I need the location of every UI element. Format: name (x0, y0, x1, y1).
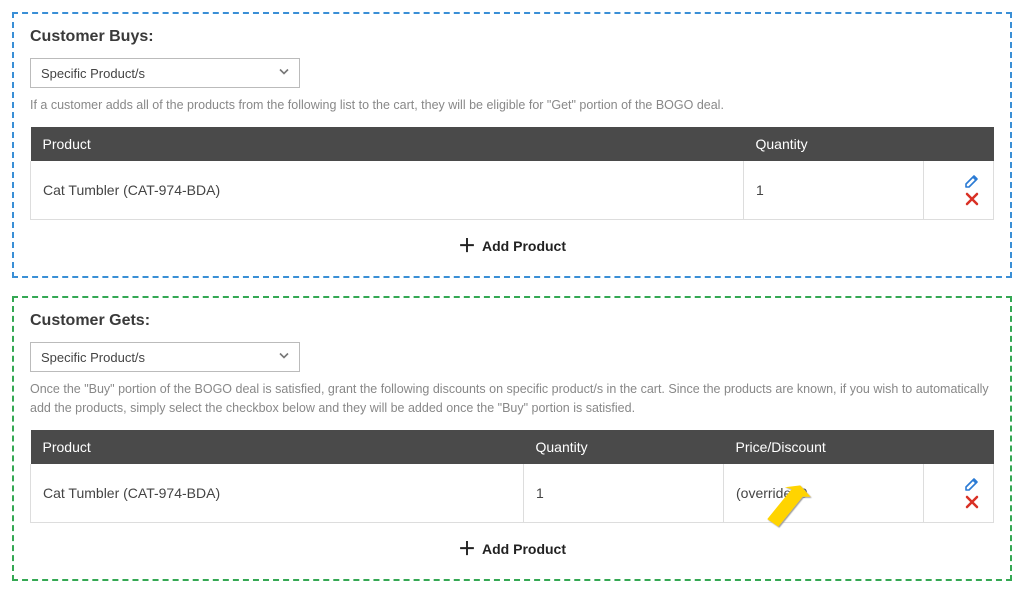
gets-product-table: Product Quantity Price/Discount Cat Tumb… (30, 430, 994, 524)
buys-type-select[interactable]: Specific Product/s (30, 58, 300, 88)
panel-title: Customer Gets: (30, 312, 994, 330)
gets-add-row: ＋ Add Product (30, 533, 994, 561)
add-product-label: Add Product (482, 541, 566, 557)
gets-row-product: Cat Tumbler (CAT-974-BDA) (31, 464, 524, 523)
buys-type-select-wrap: Specific Product/s (30, 58, 300, 88)
plus-icon: ＋ (458, 540, 476, 558)
gets-col-product: Product (31, 430, 524, 464)
buys-product-table: Product Quantity Cat Tumbler (CAT-974-BD… (30, 127, 994, 221)
panel-title: Customer Buys: (30, 28, 994, 46)
buys-row-quantity: 1 (744, 161, 924, 220)
gets-type-select-wrap: Specific Product/s (30, 342, 300, 372)
edit-icon[interactable] (963, 475, 981, 493)
gets-help-text: Once the "Buy" portion of the BOGO deal … (30, 380, 994, 418)
customer-buys-panel: Customer Buys: Specific Product/s If a c… (12, 12, 1012, 278)
edit-icon[interactable] (963, 172, 981, 190)
buys-add-row: ＋ Add Product (30, 230, 994, 258)
buys-col-actions (924, 127, 994, 161)
gets-row-quantity: 1 (524, 464, 724, 523)
gets-type-select[interactable]: Specific Product/s (30, 342, 300, 372)
buys-row-actions (924, 161, 994, 220)
buys-col-quantity: Quantity (744, 127, 924, 161)
buys-row-product: Cat Tumbler (CAT-974-BDA) (31, 161, 744, 220)
gets-row-price: (override) 0 (724, 464, 924, 523)
delete-icon[interactable] (963, 493, 981, 511)
buys-help-text: If a customer adds all of the products f… (30, 96, 994, 115)
buys-type-select-value: Specific Product/s (41, 66, 145, 81)
table-row: Cat Tumbler (CAT-974-BDA) 1 (31, 161, 994, 220)
gets-col-quantity: Quantity (524, 430, 724, 464)
gets-col-actions (924, 430, 994, 464)
buys-col-product: Product (31, 127, 744, 161)
add-product-label: Add Product (482, 238, 566, 254)
customer-gets-panel: Customer Gets: Specific Product/s Once t… (12, 296, 1012, 581)
plus-icon: ＋ (458, 237, 476, 255)
gets-row-actions (924, 464, 994, 523)
add-product-button[interactable]: ＋ Add Product (452, 539, 572, 559)
delete-icon[interactable] (963, 190, 981, 208)
gets-col-price: Price/Discount (724, 430, 924, 464)
table-row: Cat Tumbler (CAT-974-BDA) 1 (override) 0 (31, 464, 994, 523)
gets-type-select-value: Specific Product/s (41, 350, 145, 365)
add-product-button[interactable]: ＋ Add Product (452, 236, 572, 256)
